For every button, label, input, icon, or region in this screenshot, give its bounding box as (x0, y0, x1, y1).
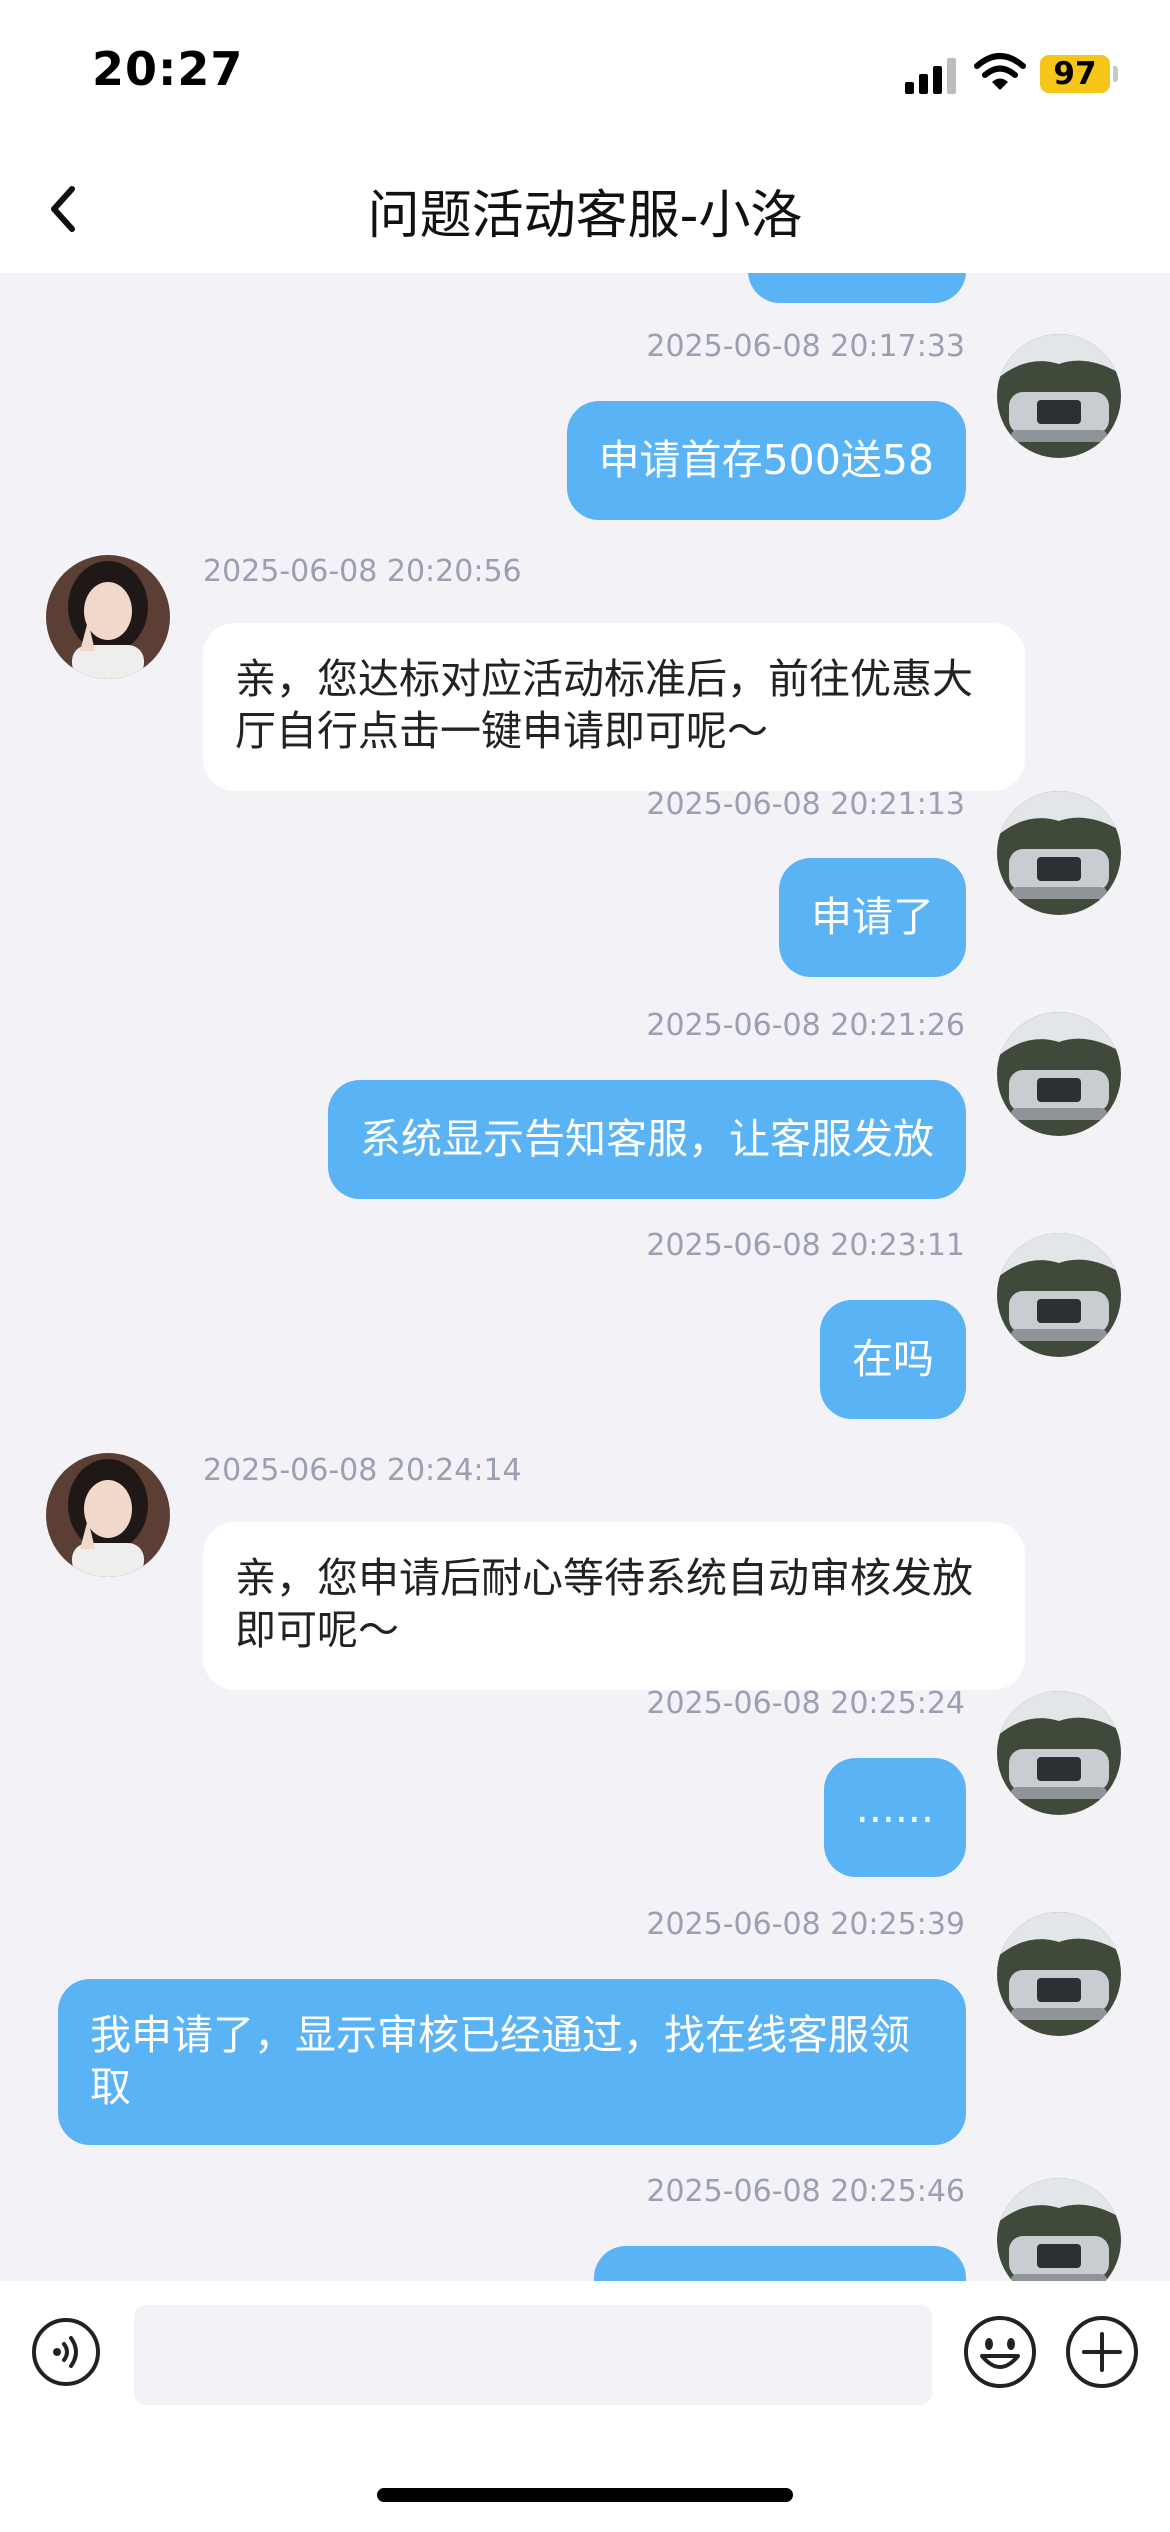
message-timestamp: 2025-06-08 20:21:13 (646, 787, 965, 822)
message-bubble-partial (748, 273, 966, 303)
user-avatar[interactable] (997, 791, 1121, 915)
wifi-icon (974, 53, 1026, 90)
message-timestamp: 2025-06-08 20:21:26 (646, 1008, 965, 1043)
plus-icon[interactable] (1064, 2314, 1140, 2390)
nav-bar: 问题活动客服-小洛 (0, 145, 1170, 273)
user-avatar[interactable] (997, 2178, 1121, 2281)
message-bubble (594, 2246, 966, 2281)
message-timestamp: 2025-06-08 20:23:11 (646, 1228, 965, 1263)
message-timestamp: 2025-06-08 20:24:14 (203, 1453, 522, 1488)
agent-avatar[interactable] (46, 1453, 170, 1577)
message-timestamp: 2025-06-08 20:25:46 (646, 2174, 965, 2209)
message-timestamp: 2025-06-08 20:17:33 (646, 329, 965, 364)
status-bar: 20:27 97 (0, 0, 1170, 145)
message-bubble: 亲，您申请后耐心等待系统自动审核发放即可呢～ (203, 1522, 1025, 1690)
chat-list[interactable]: 2025-06-08 20:17:33 申请首存500送58 2025-06-0… (0, 273, 1170, 2281)
message-timestamp: 2025-06-08 20:25:39 (646, 1907, 965, 1942)
voice-icon[interactable] (30, 2316, 102, 2388)
battery-icon: 97 (1040, 55, 1110, 93)
message-bubble: 亲，您达标对应活动标准后，前往优惠大厅自行点击一键申请即可呢～ (203, 623, 1025, 791)
input-bar (0, 2281, 1170, 2532)
message-bubble: 我申请了，显示审核已经通过，找在线客服领取 (58, 1979, 966, 2145)
user-avatar[interactable] (997, 1912, 1121, 2036)
signal-icon (905, 58, 956, 94)
message-bubble: 在吗 (820, 1300, 966, 1419)
page-title: 问题活动客服-小洛 (367, 186, 803, 246)
user-avatar[interactable] (997, 1233, 1121, 1357)
message-input[interactable] (134, 2305, 932, 2405)
agent-avatar[interactable] (46, 555, 170, 679)
battery-tip (1113, 66, 1118, 82)
emoji-icon[interactable] (962, 2314, 1038, 2390)
message-timestamp: 2025-06-08 20:25:24 (646, 1686, 965, 1721)
message-bubble: 申请了 (779, 858, 966, 977)
home-indicator (377, 2488, 793, 2502)
message-bubble: 系统显示告知客服，让客服发放 (328, 1080, 966, 1199)
user-avatar[interactable] (997, 1691, 1121, 1815)
message-bubble: 申请首存500送58 (566, 401, 966, 520)
message-bubble: ...... (823, 1758, 966, 1877)
status-time: 20:27 (92, 42, 244, 96)
user-avatar[interactable] (997, 1012, 1121, 1136)
message-timestamp: 2025-06-08 20:20:56 (203, 554, 522, 589)
user-avatar[interactable] (997, 334, 1121, 458)
